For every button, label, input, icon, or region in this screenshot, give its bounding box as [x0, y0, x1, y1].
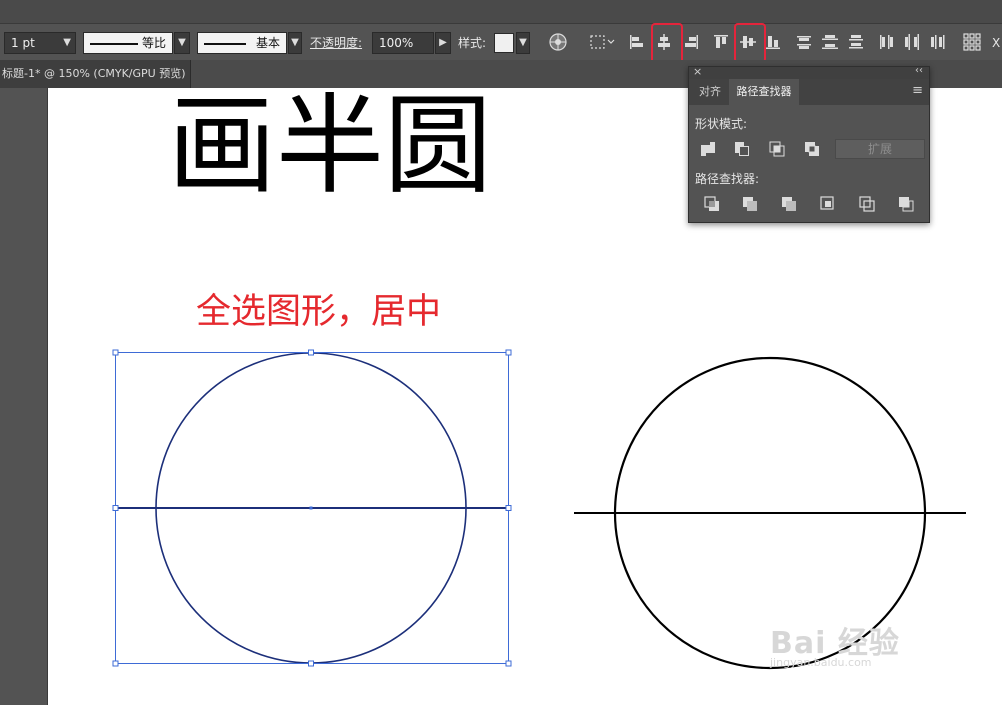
chevron-down-icon: ▼: [63, 37, 71, 48]
recolor-artwork-icon[interactable]: [548, 32, 568, 52]
transform-reference-point-icon[interactable]: [962, 32, 982, 52]
crop-icon[interactable]: [819, 195, 837, 213]
baidu-watermark: Bai 经验 jingyan.baidu.com: [770, 618, 900, 669]
intersect-icon[interactable]: [768, 140, 786, 158]
application-bar: [0, 0, 1002, 24]
vertical-distribute-bottom-icon[interactable]: [846, 32, 866, 52]
horizontal-align-left-icon[interactable]: [627, 32, 647, 52]
outline-icon[interactable]: [858, 195, 876, 213]
stroke-weight-select[interactable]: 1 pt ▼: [4, 32, 76, 54]
handle-top-center: [308, 349, 314, 356]
brush-label: 基本: [255, 36, 280, 50]
graphic-style-swatch[interactable]: [494, 33, 514, 53]
opacity-value: 100%: [379, 36, 414, 50]
opacity-arrow-button[interactable]: ▶: [435, 32, 451, 54]
divide-icon[interactable]: [703, 195, 721, 213]
handle-middle-left: [112, 505, 119, 511]
shape-modes-label: 形状模式:: [695, 117, 748, 131]
handle-middle-right: [505, 505, 512, 511]
brush-definition[interactable]: 基本: [197, 32, 287, 54]
control-bar: 1 pt ▼ 等比 ▼ 基本 ▼ 不透明度: 100% ▶ 样式: ▼ X: [0, 0, 1002, 72]
pathfinder-panel: × ‹‹ 对齐 路径查找器 ≡ 形状模式: 扩展 路径查找器:: [688, 65, 930, 223]
exclude-icon[interactable]: [803, 140, 821, 158]
vertical-distribute-center-icon[interactable]: [820, 32, 840, 52]
pasteboard-left: [0, 88, 48, 705]
vertical-align-top-icon[interactable]: [711, 32, 731, 52]
style-label: 样式:: [458, 36, 487, 50]
document-tab[interactable]: 标题-1* @ 150% (CMYK/GPU 预览): [0, 60, 191, 88]
expand-button[interactable]: 扩展: [835, 139, 925, 159]
collapse-panel-icon[interactable]: ‹‹: [915, 65, 923, 76]
horizontal-align-right-icon[interactable]: [681, 32, 701, 52]
variable-width-dropdown[interactable]: ▼: [174, 32, 190, 54]
tab-align[interactable]: 对齐: [691, 79, 729, 105]
horizontal-distribute-center-icon[interactable]: [902, 32, 922, 52]
brush-preview: [204, 43, 246, 45]
vertical-align-bottom-icon[interactable]: [763, 32, 783, 52]
minus-back-icon[interactable]: [897, 195, 915, 213]
minus-front-icon[interactable]: [733, 140, 751, 158]
horizontal-distribute-right-icon[interactable]: [928, 32, 948, 52]
unite-icon[interactable]: [699, 140, 717, 158]
handle-top-left: [112, 349, 119, 356]
highlight-vertical-align-center: [734, 23, 766, 63]
handle-top-right: [505, 349, 512, 356]
merge-icon[interactable]: [780, 195, 798, 213]
stroke-profile-preview: [90, 43, 138, 45]
handle-bottom-right: [505, 660, 512, 667]
panel-title-bar[interactable]: × ‹‹: [689, 65, 929, 79]
trim-icon[interactable]: [741, 195, 759, 213]
brush-dropdown[interactable]: ▼: [288, 32, 302, 54]
x-coordinate-label: X: [992, 36, 1001, 50]
variable-width-label: 等比: [141, 36, 166, 50]
watermark-url: jingyan.baidu.com: [770, 656, 872, 669]
opacity-label[interactable]: 不透明度:: [310, 32, 362, 54]
vertical-distribute-top-icon[interactable]: [794, 32, 814, 52]
stroke-weight-value: 1 pt: [11, 36, 35, 50]
tab-pathfinder[interactable]: 路径查找器: [729, 79, 799, 105]
horizontal-distribute-left-icon[interactable]: [877, 32, 897, 52]
close-icon[interactable]: ×: [693, 65, 702, 78]
graphic-style-dropdown[interactable]: ▼: [516, 32, 530, 54]
align-to-selection-icon[interactable]: [588, 32, 616, 52]
document-tab-title: 标题-1* @ 150% (CMYK/GPU 预览): [2, 67, 186, 80]
opacity-input[interactable]: 100%: [372, 32, 434, 54]
variable-width-profile[interactable]: 等比: [83, 32, 173, 54]
center-point: [309, 506, 313, 510]
pathfinders-label: 路径查找器:: [695, 172, 760, 186]
handle-bottom-center: [308, 660, 314, 667]
panel-menu-icon[interactable]: ≡: [912, 83, 923, 98]
panel-tab-strip: 对齐 路径查找器 ≡: [689, 79, 929, 105]
handle-bottom-left: [112, 660, 119, 667]
